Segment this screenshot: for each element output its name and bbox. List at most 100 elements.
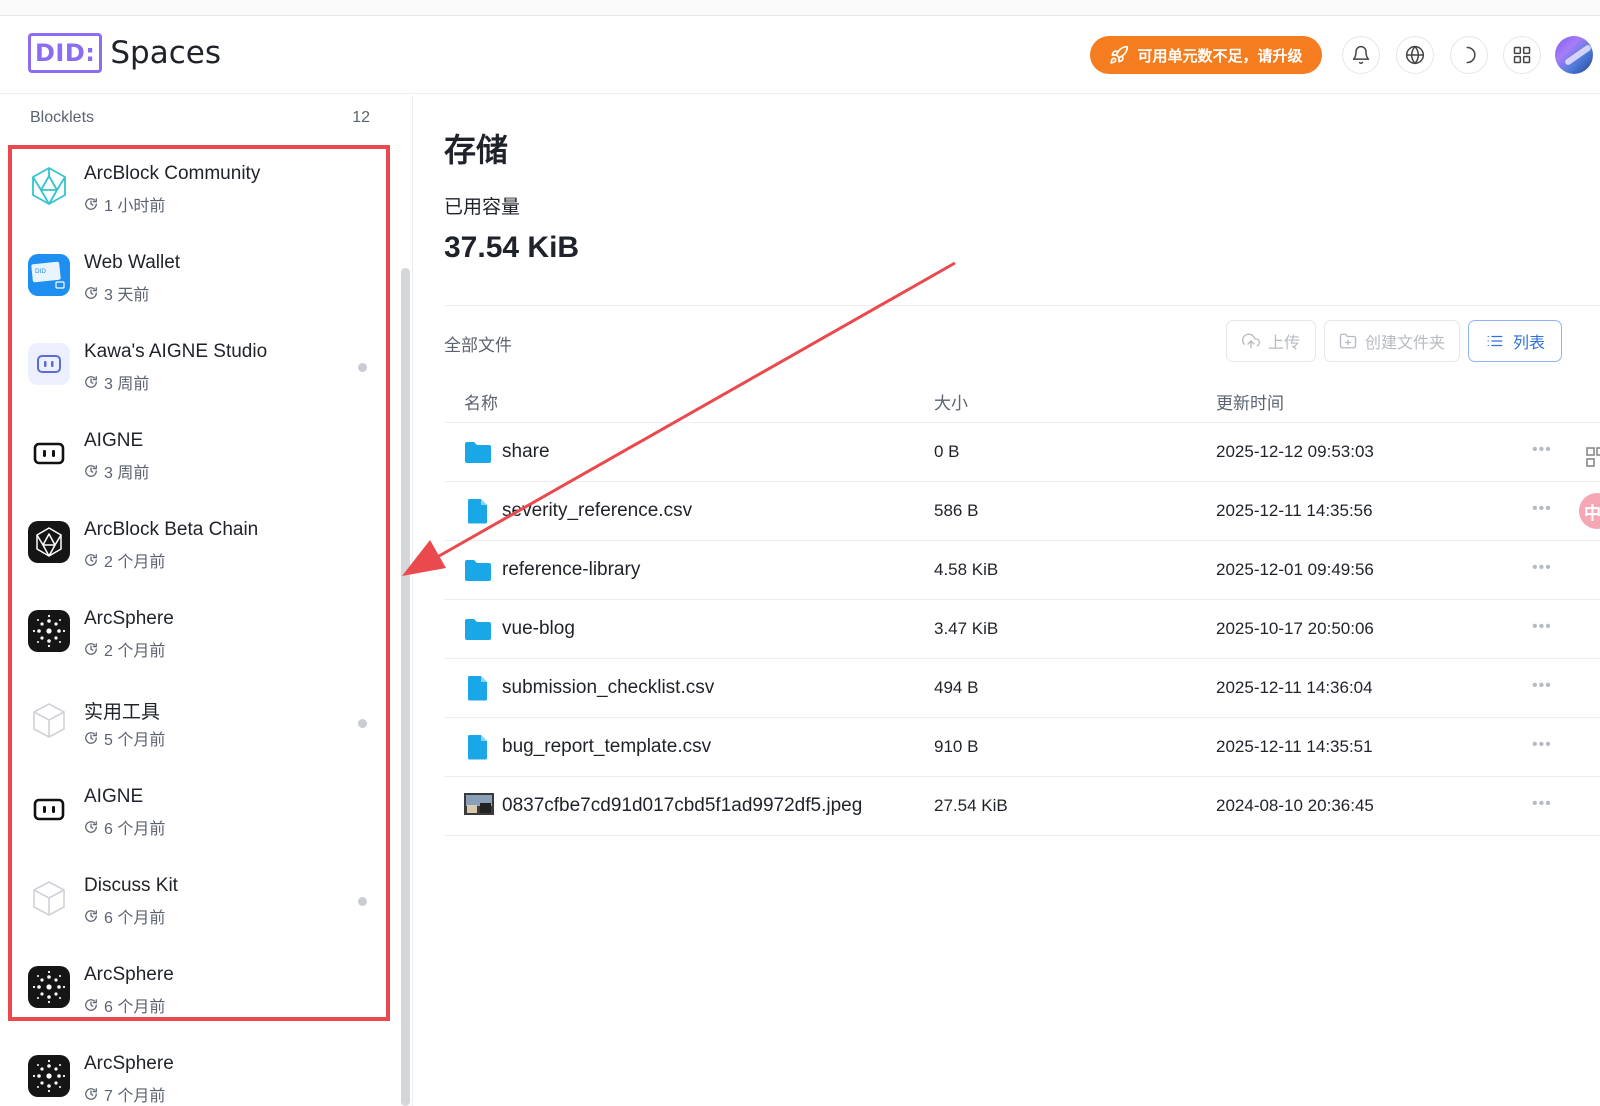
file-name[interactable]: severity_reference.csv <box>502 500 692 522</box>
used-capacity-value: 37.54 KiB <box>444 231 580 264</box>
sidebar-title: Blocklets <box>30 109 95 126</box>
blocklet-item[interactable]: ArcSphere 2 个月前 <box>0 592 380 681</box>
file-size: 3.47 KiB <box>934 619 999 638</box>
notification-bell-button[interactable] <box>1342 36 1380 74</box>
blocklet-item[interactable]: Kawa's AIGNE Studio 3 周前 <box>0 325 380 414</box>
column-name[interactable]: 名称 <box>464 389 498 414</box>
svg-text:DID: DID <box>35 268 46 275</box>
file-row[interactable]: submission_checklist.csv 494 B 2025-12-11 … <box>444 659 1600 718</box>
file-name[interactable]: reference-library <box>502 559 640 581</box>
create-folder-button[interactable]: 创建文件夹 <box>1324 320 1460 362</box>
web-wallet-icon: DID <box>28 254 70 296</box>
app-header: DID: Spaces 可用单元数不足，请升级 <box>0 16 1600 94</box>
sidebar-header: Blocklets 12 <box>30 109 370 127</box>
clock-icon <box>85 554 97 566</box>
browser-top-strip <box>0 0 1600 16</box>
upload-button[interactable]: 上传 <box>1226 320 1316 362</box>
file-name[interactable]: submission_checklist.csv <box>502 677 714 699</box>
clock-icon <box>85 643 97 655</box>
all-files-label: 全部文件 <box>444 336 512 355</box>
file-row[interactable]: severity_reference.csv 586 B 2025-12-11 14… <box>444 482 1600 541</box>
folder-icon <box>464 557 492 583</box>
more-actions-icon[interactable]: ••• <box>1532 677 1552 695</box>
clock-icon <box>85 910 97 922</box>
blocklet-last-access: 6 个月前 <box>84 904 165 928</box>
blocklet-item[interactable]: 实用工具 5 个月前 <box>0 681 380 770</box>
blocklet-last-access: 2 个月前 <box>84 637 165 661</box>
folder-plus-icon <box>1339 333 1357 349</box>
blocklet-item[interactable]: Discuss Kit 6 个月前 <box>0 859 380 948</box>
blocklet-item[interactable]: DID Web Wallet 3 天前 <box>0 236 380 325</box>
blocklet-time-text: 3 周前 <box>104 465 150 482</box>
blocklet-item[interactable]: AIGNE 6 个月前 <box>0 770 380 859</box>
file-updated: 2025-12-01 09:49:56 <box>1216 560 1374 579</box>
upload-label: 上传 <box>1267 335 1300 352</box>
more-actions-icon[interactable]: ••• <box>1532 559 1552 577</box>
blocklet-item[interactable]: ArcSphere 6 个月前 <box>0 948 380 1037</box>
status-dot <box>358 719 367 728</box>
blocklet-last-access: 6 个月前 <box>84 993 165 1017</box>
blocklet-name: AIGNE <box>84 430 144 451</box>
clock-icon <box>85 999 97 1011</box>
arcsphere-icon <box>28 610 70 652</box>
upgrade-label: 可用单元数不足，请升级 <box>1137 47 1303 65</box>
page-title: 存储 <box>444 131 509 169</box>
cloud-upload-icon <box>1242 333 1260 349</box>
more-actions-icon[interactable]: ••• <box>1532 618 1552 636</box>
file-updated: 2025-12-11 14:35:56 <box>1216 501 1373 520</box>
status-dot <box>358 897 367 906</box>
blocklet-item[interactable]: ArcBlock Community 1 小时前 <box>0 147 380 236</box>
blocklet-last-access: 2 个月前 <box>84 548 165 572</box>
blocklet-last-access: 3 周前 <box>84 459 149 483</box>
blocklet-item[interactable]: ArcBlock Beta Chain 2 个月前 <box>0 503 380 592</box>
aigne-icon <box>28 432 70 474</box>
list-view-label: 列表 <box>1512 335 1545 352</box>
file-row[interactable]: bug_report_template.csv 910 B 2025-12-11 1… <box>444 718 1600 777</box>
did-spaces-logo[interactable]: DID: Spaces <box>28 33 221 73</box>
file-name[interactable]: 0837cfbe7cd91d017cbd5f1ad9972df5.jpeg <box>502 795 862 817</box>
file-name[interactable]: vue-blog <box>502 618 575 640</box>
sidebar-scrollbar[interactable] <box>401 268 410 1106</box>
user-avatar[interactable] <box>1555 36 1593 74</box>
edge-qr-icon[interactable] <box>1585 445 1600 469</box>
blocklet-time-text: 6 个月前 <box>104 910 166 927</box>
more-actions-icon[interactable]: ••• <box>1532 795 1552 813</box>
blocklet-name: ArcSphere <box>84 964 174 985</box>
file-row[interactable]: vue-blog 3.47 KiB 2025-10-17 20:50:06 ••• <box>444 600 1600 659</box>
file-name[interactable]: share <box>502 441 550 463</box>
blocklet-name: Discuss Kit <box>84 875 178 896</box>
file-size: 910 B <box>934 737 979 756</box>
blocklet-item[interactable]: ArcSphere 7 个月前 <box>0 1037 380 1106</box>
file-name[interactable]: bug_report_template.csv <box>502 736 711 758</box>
blocklet-last-access: 1 小时前 <box>84 192 165 216</box>
file-table-body: share 0 B 2025-12-12 09:53:03 ••• severity_r… <box>444 423 1600 836</box>
file-row[interactable]: 0837cfbe7cd91d017cbd5f1ad9972df5.jpeg 27.… <box>444 777 1600 836</box>
theme-toggle-button[interactable] <box>1450 36 1488 74</box>
bell-icon <box>1352 45 1370 65</box>
file-size: 4.58 KiB <box>934 560 999 579</box>
file-updated: 2025-12-11 14:36:04 <box>1216 678 1373 697</box>
file-size: 494 B <box>934 678 979 697</box>
blocklet-last-access: 7 个月前 <box>84 1082 165 1106</box>
blocklet-last-access: 3 天前 <box>84 281 149 305</box>
blocklet-item[interactable]: AIGNE 3 周前 <box>0 414 380 503</box>
file-row[interactable]: reference-library 4.58 KiB 2025-12-01 09:4… <box>444 541 1600 600</box>
logo-did-mark: DID: <box>28 33 103 73</box>
blocklet-time-text: 6 个月前 <box>104 999 166 1016</box>
upgrade-button[interactable]: 可用单元数不足，请升级 <box>1090 36 1322 74</box>
blocklet-last-access: 3 周前 <box>84 370 149 394</box>
file-size: 586 B <box>934 501 979 520</box>
aigne-icon <box>28 788 70 830</box>
file-row[interactable]: share 0 B 2025-12-12 09:53:03 ••• <box>444 423 1600 482</box>
language-button[interactable] <box>1396 36 1434 74</box>
more-actions-icon[interactable]: ••• <box>1532 736 1552 754</box>
list-view-button[interactable]: 列表 <box>1468 320 1562 362</box>
file-size: 0 B <box>934 442 960 461</box>
apps-button[interactable] <box>1503 36 1541 74</box>
more-actions-icon[interactable]: ••• <box>1532 500 1552 518</box>
column-size[interactable]: 大小 <box>934 389 968 414</box>
column-updated[interactable]: 更新时间 <box>1216 389 1284 414</box>
file-updated: 2025-12-11 14:35:51 <box>1216 737 1373 756</box>
folder-icon <box>464 439 492 465</box>
more-actions-icon[interactable]: ••• <box>1532 441 1552 459</box>
